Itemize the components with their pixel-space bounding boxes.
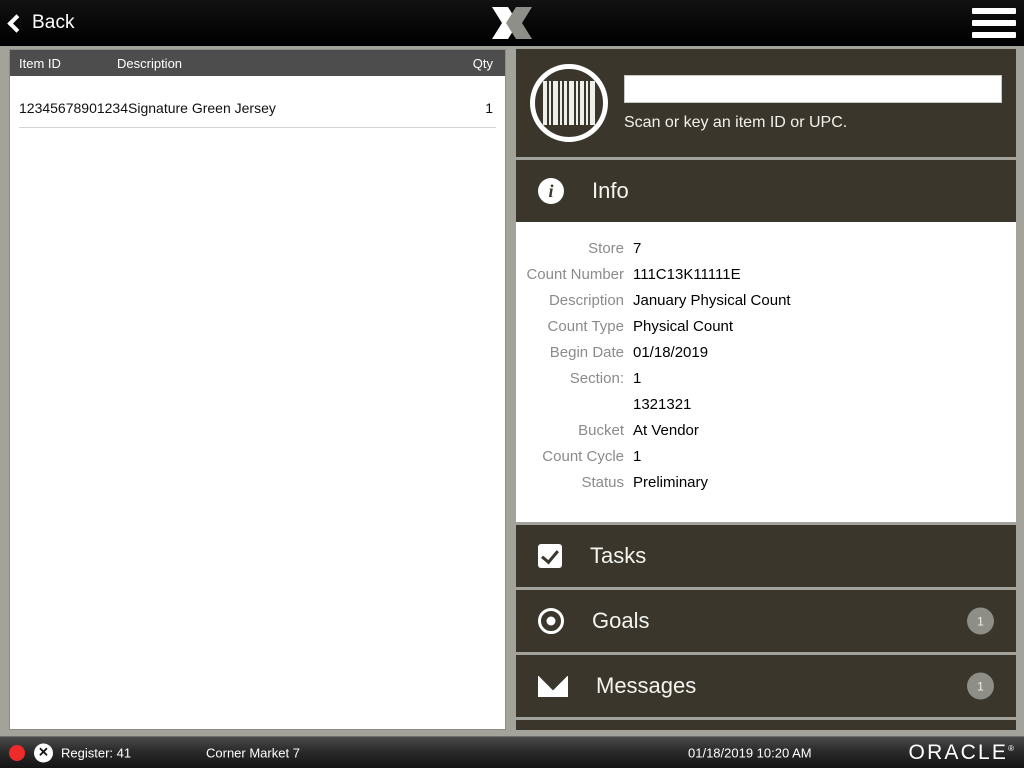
- item-list-header: Item ID Description Qty: [10, 50, 505, 76]
- scan-card: Scan or key an item ID or UPC.: [516, 49, 1016, 157]
- info-row: Bucket At Vendor: [516, 418, 1016, 444]
- checkbox-icon: [538, 544, 562, 568]
- info-label: Begin Date: [549, 344, 624, 361]
- column-header-item-id: Item ID: [19, 55, 61, 71]
- info-row: Count Number 111C13K11111E: [516, 262, 1016, 288]
- info-row: Store 7: [516, 236, 1016, 262]
- hamburger-bar: [972, 8, 1016, 14]
- red-dot-icon: [9, 744, 25, 761]
- scan-hint-label: Scan or key an item ID or UPC.: [624, 113, 848, 131]
- messages-badge: 1: [967, 672, 994, 700]
- info-value: 111C13K11111E: [633, 266, 741, 283]
- app-logo-x-icon: [488, 3, 536, 43]
- info-icon: i: [538, 178, 564, 204]
- info-value: 1: [633, 370, 642, 387]
- barcode-bars: [543, 81, 595, 125]
- info-value: 1321321: [633, 396, 692, 413]
- info-section-title: Info: [592, 178, 629, 203]
- scan-input-group: Scan or key an item ID or UPC.: [624, 74, 1016, 132]
- info-value: Preliminary: [633, 474, 709, 491]
- info-row: Status Preliminary: [516, 470, 1016, 496]
- info-label: Count Number: [526, 266, 624, 283]
- status-datetime-label: 01/18/2019 10:20 AM: [688, 745, 812, 760]
- hamburger-bar: [972, 20, 1016, 26]
- target-icon: [538, 608, 564, 634]
- top-bar: Back: [0, 0, 1024, 46]
- status-store-label: Corner Market 7: [206, 745, 300, 760]
- info-row: Description January Physical Count: [516, 288, 1016, 314]
- column-header-description: Description: [117, 55, 183, 71]
- info-label: Count Type: [547, 318, 624, 335]
- info-value: Physical Count: [633, 318, 734, 335]
- detail-column: Scan or key an item ID or UPC. i Info St…: [516, 49, 1016, 730]
- scan-input[interactable]: [624, 74, 1002, 103]
- info-row: Section: 1: [516, 366, 1016, 392]
- info-value: 7: [633, 240, 642, 257]
- info-label: Bucket: [578, 422, 624, 439]
- tasks-section-label: Tasks: [590, 543, 647, 568]
- app-root: Back Item ID Description Qty 12345678901…: [0, 0, 1024, 768]
- info-row: Begin Date 01/18/2019: [516, 340, 1016, 366]
- goals-section-label: Goals: [592, 608, 650, 633]
- oracle-logo: ORACLE®: [909, 741, 1014, 765]
- info-value: January Physical Count: [633, 292, 791, 309]
- info-row: 1321321: [516, 392, 1016, 418]
- barcode-icon: [530, 64, 608, 142]
- info-row: Count Type Physical Count: [516, 314, 1016, 340]
- x-circle-icon[interactable]: ✕: [34, 743, 53, 762]
- info-label: Count Cycle: [542, 448, 624, 465]
- chevron-left-icon: [7, 13, 26, 33]
- hamburger-bar: [972, 32, 1016, 38]
- info-label: Status: [581, 474, 624, 491]
- info-value: At Vendor: [633, 422, 699, 439]
- item-list-panel: Item ID Description Qty 12345678901234 S…: [9, 49, 506, 730]
- info-label: Description: [548, 292, 624, 309]
- tasks-section-header[interactable]: Tasks: [516, 525, 1016, 587]
- cell-qty: 1: [485, 99, 493, 116]
- envelope-icon: [538, 675, 568, 697]
- info-label: Section:: [569, 370, 624, 387]
- back-button[interactable]: Back: [7, 0, 75, 46]
- goals-section-header[interactable]: Goals 1: [516, 590, 1016, 652]
- cell-item-id: 12345678901234: [19, 99, 129, 116]
- info-row: Count Cycle 1: [516, 444, 1016, 470]
- info-value: 01/18/2019: [633, 344, 709, 361]
- messages-section-header[interactable]: Messages 1: [516, 655, 1016, 717]
- status-bar: ✕ Register: 41 Corner Market 7 01/18/201…: [0, 736, 1024, 768]
- info-label: Store: [588, 240, 624, 257]
- status-register-label: Register: 41: [61, 745, 132, 760]
- messages-section-label: Messages: [596, 673, 697, 698]
- info-section-header[interactable]: i Info: [516, 160, 1016, 222]
- hamburger-menu-icon[interactable]: [972, 8, 1016, 38]
- next-section-header-partial[interactable]: [516, 720, 1016, 730]
- registered-mark-icon: ®: [1008, 743, 1014, 753]
- goals-badge: 1: [967, 607, 994, 635]
- cell-description: Signature Green Jersey: [128, 99, 276, 116]
- oracle-wordmark: ORACLE: [908, 740, 1009, 764]
- info-value: 1: [633, 448, 642, 465]
- table-row[interactable]: 12345678901234 Signature Green Jersey 1: [19, 88, 496, 128]
- info-section-body: Store 7 Count Number 111C13K11111E Descr…: [516, 222, 1016, 522]
- back-button-label: Back: [32, 12, 75, 33]
- column-header-qty: Qty: [472, 55, 493, 71]
